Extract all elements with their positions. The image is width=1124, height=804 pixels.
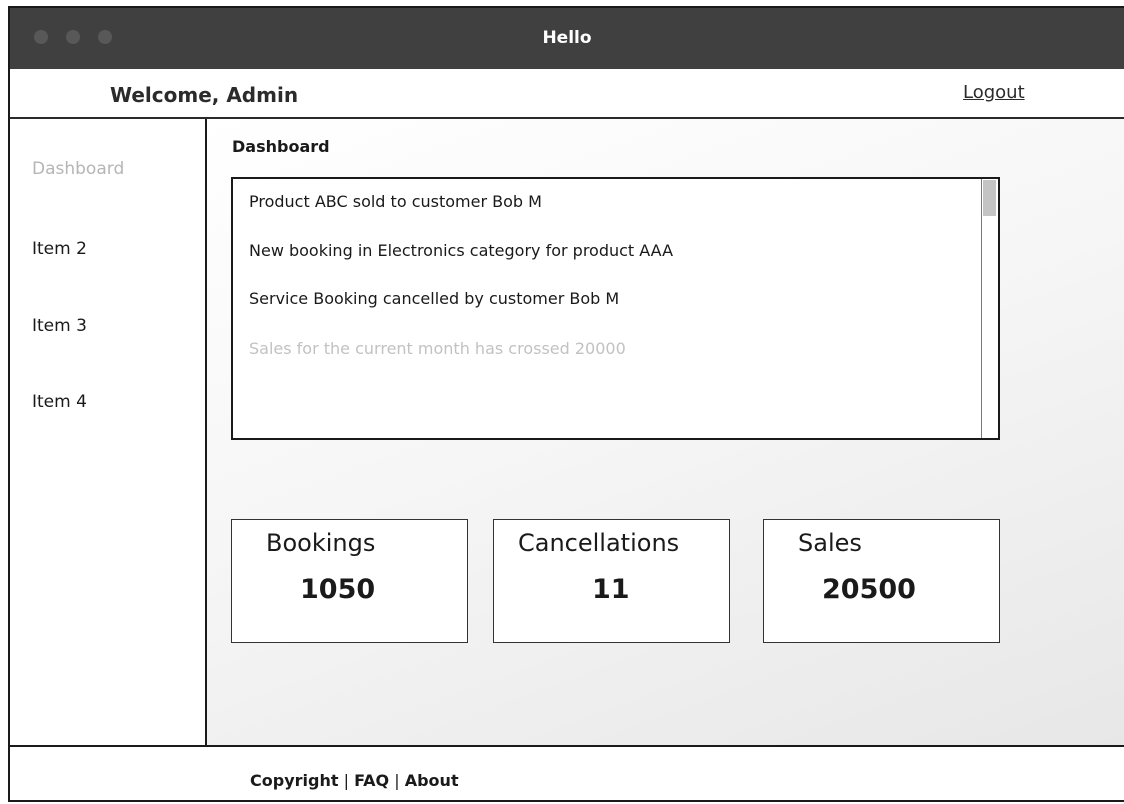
bookings-card: Bookings 1050 bbox=[231, 519, 468, 643]
about-link[interactable]: About bbox=[405, 771, 459, 790]
feed-item: Product ABC sold to customer Bob M bbox=[249, 192, 542, 211]
cancellations-card: Cancellations 11 bbox=[493, 519, 730, 643]
sales-card: Sales 20500 bbox=[763, 519, 1000, 643]
card-value: 1050 bbox=[300, 574, 376, 605]
card-label: Cancellations bbox=[518, 529, 680, 557]
app-window: Hello Welcome, Admin Logout Dashboard It… bbox=[8, 6, 1124, 802]
faq-link[interactable]: FAQ bbox=[354, 771, 389, 790]
sidebar-item-2[interactable]: Item 2 bbox=[32, 239, 87, 259]
feed-item: Service Booking cancelled by customer Bo… bbox=[249, 289, 620, 308]
activity-feed: Product ABC sold to customer Bob M New b… bbox=[231, 177, 1000, 440]
window-title: Hello bbox=[542, 28, 592, 48]
card-label: Sales bbox=[798, 529, 862, 557]
header: Welcome, Admin Logout bbox=[10, 69, 1124, 119]
sidebar-item-4[interactable]: Item 4 bbox=[32, 392, 87, 412]
footer-links: Copyright | FAQ | About bbox=[250, 771, 459, 790]
feed-item: Sales for the current month has crossed … bbox=[249, 339, 626, 358]
footer: Copyright | FAQ | About bbox=[10, 745, 1124, 800]
welcome-text: Welcome, Admin bbox=[110, 83, 299, 107]
page-title: Dashboard bbox=[232, 137, 330, 156]
title-bar: Hello bbox=[10, 8, 1124, 69]
feed-item: New booking in Electronics category for … bbox=[249, 241, 674, 260]
logout-link[interactable]: Logout bbox=[963, 82, 1025, 103]
scrollbar-thumb[interactable] bbox=[983, 180, 996, 216]
footer-separator: | bbox=[394, 771, 400, 790]
sidebar-item-3[interactable]: Item 3 bbox=[32, 316, 87, 336]
card-value: 11 bbox=[592, 574, 630, 605]
sidebar-item-dashboard[interactable]: Dashboard bbox=[32, 159, 124, 179]
card-value: 20500 bbox=[822, 574, 916, 605]
footer-separator: | bbox=[343, 771, 349, 790]
sidebar: Dashboard Item 2 Item 3 Item 4 bbox=[10, 119, 207, 745]
card-label: Bookings bbox=[266, 529, 376, 557]
main-content: Dashboard Product ABC sold to customer B… bbox=[207, 119, 1124, 745]
copyright-link[interactable]: Copyright bbox=[250, 771, 338, 790]
feed-scrollbar[interactable] bbox=[981, 179, 997, 438]
